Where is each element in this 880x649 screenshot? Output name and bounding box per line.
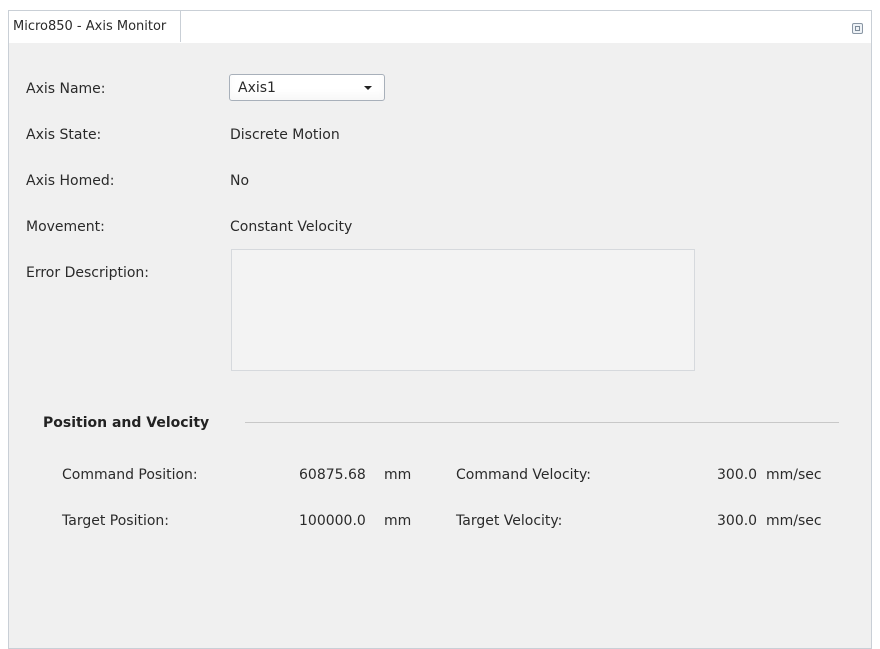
position-velocity-section-title: Position and Velocity [43, 415, 210, 431]
command-velocity-value: 300.0 [717, 467, 758, 483]
axis-state-label: Axis State: [26, 127, 102, 143]
section-divider [245, 422, 839, 423]
target-velocity-label: Target Velocity: [456, 513, 563, 529]
command-position-unit: mm [384, 467, 412, 483]
axis-name-dropdown-value: Axis1 [238, 80, 276, 96]
target-velocity-unit: mm/sec [766, 513, 822, 529]
error-description-label: Error Description: [26, 265, 150, 281]
movement-label: Movement: [26, 219, 105, 235]
chevron-down-icon [364, 86, 372, 90]
error-description-field[interactable] [231, 249, 695, 371]
axis-state-value: Discrete Motion [230, 127, 340, 143]
command-velocity-label: Command Velocity: [456, 467, 592, 483]
movement-value: Constant Velocity [230, 219, 353, 235]
axis-name-dropdown[interactable]: Axis1 [229, 74, 385, 101]
restore-icon[interactable] [852, 23, 863, 34]
target-position-label: Target Position: [62, 513, 169, 529]
axis-homed-value: No [230, 173, 250, 189]
axis-homed-label: Axis Homed: [26, 173, 115, 189]
axis-name-label: Axis Name: [26, 81, 106, 97]
target-velocity-value: 300.0 [717, 513, 758, 529]
window-title[interactable]: Micro850 - Axis Monitor [9, 11, 182, 42]
command-position-value: 60875.68 [299, 467, 366, 483]
target-position-value: 100000.0 [299, 513, 366, 529]
target-position-unit: mm [384, 513, 412, 529]
axis-monitor-window: Micro850 - Axis Monitor Axis Name: Axis1… [8, 10, 872, 649]
window-titlebar: Micro850 - Axis Monitor [9, 11, 871, 43]
command-position-label: Command Position: [62, 467, 198, 483]
command-velocity-unit: mm/sec [766, 467, 822, 483]
